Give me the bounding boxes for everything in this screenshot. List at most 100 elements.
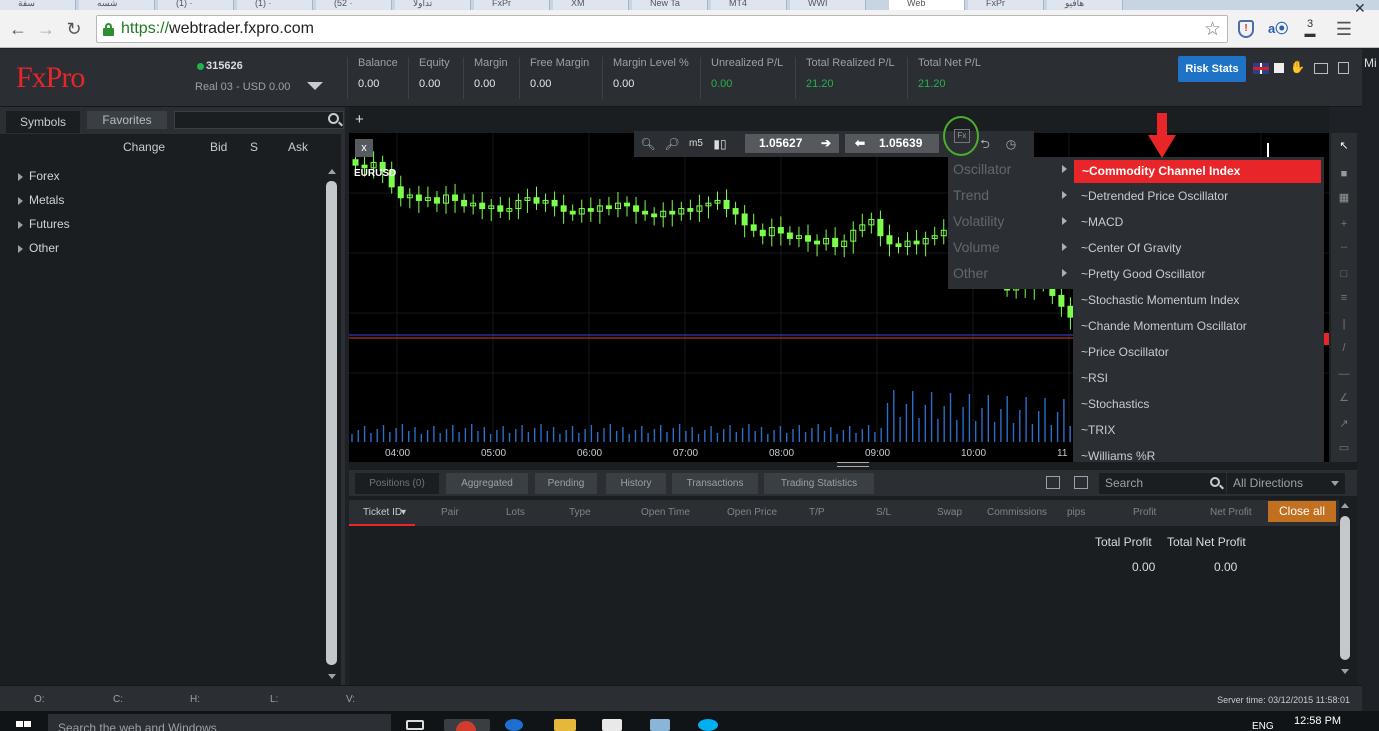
tab-favorites[interactable]: Favorites xyxy=(87,111,167,129)
sort-down-icon[interactable]: ▾ xyxy=(401,507,406,518)
indicator-item[interactable]: ~Stochastics xyxy=(1073,391,1324,417)
browser-tab[interactable]: شسه xyxy=(79,0,155,10)
column-header[interactable]: Lots xyxy=(506,507,525,518)
column-header[interactable]: Net Profit xyxy=(1210,507,1252,518)
layout-icon[interactable] xyxy=(1274,63,1284,73)
symbol-group-item[interactable]: Other xyxy=(18,241,70,265)
column-header[interactable]: Commissions xyxy=(987,507,1047,518)
angle-icon[interactable]: ∠ xyxy=(1337,391,1351,405)
positions-tab[interactable]: Aggregated xyxy=(446,473,528,494)
expand-arrow-icon[interactable] xyxy=(18,196,23,205)
account-id[interactable]: 315626 xyxy=(206,60,243,72)
positions-tab[interactable]: History xyxy=(606,473,666,494)
expand-arrow-icon[interactable] xyxy=(18,244,23,253)
bookmark-star-icon[interactable]: ☆ xyxy=(1204,18,1221,41)
indicator-item[interactable]: ~Pretty Good Oscillator xyxy=(1073,261,1324,287)
positions-tab[interactable]: Trading Statistics xyxy=(764,473,874,494)
arrow-line-icon[interactable]: ↗ xyxy=(1337,417,1351,431)
windows-start-icon[interactable] xyxy=(16,721,32,731)
positions-tab[interactable]: Positions (0) xyxy=(355,473,439,494)
window-close-icon[interactable]: ✕ xyxy=(1354,0,1366,17)
sell-price-button[interactable]: 1.05627 ➔ xyxy=(745,134,839,153)
risk-stats-button[interactable]: Risk Stats xyxy=(1178,56,1246,82)
hline-icon[interactable]: — xyxy=(1337,367,1351,381)
col-change[interactable]: Change xyxy=(123,140,165,154)
close-chart-button[interactable]: x xyxy=(355,139,373,157)
fib-icon[interactable]: ≡ xyxy=(1337,291,1351,305)
forward-icon[interactable]: → xyxy=(36,19,56,39)
candle-type-icon[interactable]: ▮▯ xyxy=(712,136,728,152)
symbol-group-item[interactable]: Forex xyxy=(18,169,70,193)
account-name[interactable]: Real 03 - USD 0.00 xyxy=(195,81,290,93)
browser-tab[interactable]: WWI xyxy=(790,0,866,10)
clock-icon[interactable]: ◷ xyxy=(1003,136,1019,152)
indicator-item[interactable]: ~Chande Momentum Oscillator xyxy=(1073,313,1324,339)
column-header[interactable]: S/L xyxy=(876,507,891,518)
crop-icon[interactable]: □ xyxy=(1337,267,1351,281)
browser-tab[interactable]: (1) · xyxy=(158,0,234,10)
browser-tab[interactable]: هافيو xyxy=(1047,0,1123,10)
indicator-item[interactable]: ~Detrended Price Oscillator xyxy=(1073,183,1324,209)
timeframe-selector[interactable]: m5 xyxy=(688,136,704,152)
back-icon[interactable]: ← xyxy=(8,19,28,39)
ruler-icon[interactable]: ┄ xyxy=(1337,241,1351,255)
column-header[interactable]: Swap xyxy=(937,507,962,518)
extension-badge[interactable]: 3 ▬ xyxy=(1300,19,1320,40)
uk-flag-icon[interactable] xyxy=(1253,63,1269,74)
tab-symbols[interactable]: Symbols xyxy=(6,111,80,133)
browser-tab[interactable]: FxPr xyxy=(474,0,550,10)
column-header[interactable]: pips xyxy=(1067,507,1085,518)
app-icon[interactable] xyxy=(650,719,670,731)
indicator-item[interactable]: ~Commodity Channel Index xyxy=(1074,160,1321,183)
col-bid[interactable]: Bid xyxy=(210,140,227,154)
column-header[interactable]: Pair xyxy=(441,507,459,518)
trendline-icon[interactable]: / xyxy=(1337,341,1351,355)
indicator-item[interactable]: ~RSI xyxy=(1073,365,1324,391)
positions-scrollbar[interactable] xyxy=(1339,500,1351,680)
edge-icon[interactable] xyxy=(505,719,523,731)
symbol-search-input[interactable] xyxy=(174,111,344,129)
column-header[interactable]: Profit xyxy=(1133,507,1156,518)
logout-icon[interactable] xyxy=(1338,62,1349,74)
browser-tab[interactable]: New Ta xyxy=(632,0,708,10)
hand-icon[interactable]: ✋ xyxy=(1290,60,1305,74)
zoom-in-icon[interactable]: 🔍︎ xyxy=(640,136,656,152)
column-header[interactable]: Type xyxy=(569,507,591,518)
pointer-icon[interactable]: ↖ xyxy=(1337,139,1351,153)
grid-icon[interactable]: ▦ xyxy=(1337,191,1351,205)
directions-select[interactable]: All Directions xyxy=(1227,473,1345,494)
browser-tab[interactable]: (1) · xyxy=(237,0,313,10)
symbols-scrollbar[interactable] xyxy=(326,169,337,679)
taskbar-clock[interactable]: 12:58 PM xyxy=(1294,715,1341,727)
column-header[interactable]: Open Time xyxy=(641,507,690,518)
browser-tab[interactable]: Web xyxy=(889,0,965,10)
box-icon[interactable]: ▭ xyxy=(1337,441,1351,455)
indicator-item[interactable]: ~Stochastic Momentum Index xyxy=(1073,287,1324,313)
indicator-category-item[interactable]: Volume xyxy=(953,239,1000,255)
column-header[interactable]: T/P xyxy=(809,507,825,518)
indicator-item[interactable]: ~TRIX xyxy=(1073,417,1324,443)
messages-icon[interactable] xyxy=(1314,63,1328,74)
file-explorer-icon[interactable] xyxy=(554,719,576,731)
positions-search-input[interactable]: Search xyxy=(1099,473,1226,494)
indicator-category-item[interactable]: Oscillator xyxy=(953,161,1011,177)
indicator-item[interactable]: ~MACD xyxy=(1073,209,1324,235)
language-indicator[interactable]: ENG xyxy=(1252,721,1274,731)
address-bar[interactable]: https://webtrader.fxpro.com ☆ xyxy=(96,15,1228,43)
browser-tab[interactable]: سفة xyxy=(0,0,76,10)
col-ask[interactable]: Ask xyxy=(288,140,308,154)
indicator-category-item[interactable]: Other xyxy=(953,265,988,281)
expand-arrow-icon[interactable] xyxy=(18,220,23,229)
indicators-fx-icon[interactable]: Fx xyxy=(954,129,970,143)
positions-tab[interactable]: Pending xyxy=(535,473,597,494)
crosshair-icon[interactable]: + xyxy=(1337,217,1351,231)
browser-tab[interactable]: MT4 xyxy=(711,0,787,10)
store-icon[interactable] xyxy=(602,719,622,731)
vline-icon[interactable]: | xyxy=(1337,317,1351,331)
translate-extension-icon[interactable]: a⦿ xyxy=(1268,19,1288,39)
zoom-out-icon[interactable]: 🔎︎ xyxy=(664,136,680,152)
browser-tab[interactable]: تداولا xyxy=(395,0,471,10)
search-icon[interactable] xyxy=(328,113,339,124)
export-icon[interactable] xyxy=(1046,476,1060,489)
indicator-item[interactable]: ~Center Of Gravity xyxy=(1073,235,1324,261)
